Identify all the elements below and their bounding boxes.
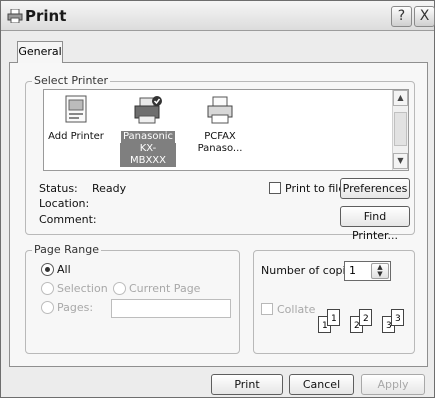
radio-all[interactable]	[41, 263, 54, 276]
printer-label-line1: PCFAX	[204, 131, 236, 142]
printer-label-line1: Panasonic	[120, 131, 176, 143]
printer-item-add-printer[interactable]: Add Printer	[48, 90, 104, 143]
close-button[interactable]: X	[414, 6, 435, 27]
radio-current-page[interactable]	[113, 282, 126, 295]
stepper-arrows-icon[interactable]: ▲ ▼	[371, 263, 389, 279]
location-label: Location:	[39, 197, 90, 210]
copies-stepper[interactable]: 1 ▲ ▼	[344, 261, 391, 281]
comment-label: Comment:	[39, 213, 97, 226]
tab-general[interactable]: General	[17, 41, 63, 63]
scroll-thumb[interactable]	[394, 112, 407, 146]
printer-label-line2: Panaso...	[197, 143, 243, 154]
collate-checkbox[interactable]	[261, 303, 273, 315]
print-dialog: Print ? X General Select Printer Add Pri…	[0, 0, 435, 398]
printer-list[interactable]: Add Printer Panasonic KX-MBXXX PCFAX Pan…	[43, 89, 409, 171]
status-value: Ready	[92, 182, 127, 195]
scroll-down-icon[interactable]: ▼	[393, 153, 408, 169]
radio-selection-label[interactable]: Selection	[57, 282, 108, 295]
collate-label[interactable]: Collate	[277, 303, 315, 316]
preferences-button[interactable]: Preferences	[340, 178, 410, 199]
help-button[interactable]: ?	[391, 6, 412, 27]
print-button[interactable]: Print	[211, 374, 283, 395]
printer-item-panasonic[interactable]: Panasonic KX-MBXXX	[120, 90, 176, 167]
printer-label: Add Printer	[48, 131, 104, 142]
collate-page-icon: 1	[327, 309, 340, 326]
print-to-file-label[interactable]: Print to file	[285, 182, 345, 195]
status-label: Status:	[39, 182, 78, 195]
radio-pages[interactable]	[41, 301, 54, 314]
radio-selection[interactable]	[41, 282, 54, 295]
apply-button[interactable]: Apply	[361, 374, 425, 395]
printer-default-icon	[134, 96, 162, 124]
find-printer-button[interactable]: Find Printer...	[340, 206, 410, 242]
fax-printer-icon	[207, 96, 233, 124]
radio-current-page-label[interactable]: Current Page	[129, 282, 200, 295]
copies-value[interactable]: 1	[349, 264, 356, 277]
collate-illustration: 1 1 2 2 3 3	[318, 306, 413, 340]
printer-item-pcfax[interactable]: PCFAX Panaso...	[190, 90, 250, 155]
radio-pages-label[interactable]: Pages:	[57, 301, 93, 314]
scroll-up-icon[interactable]: ▲	[393, 90, 408, 106]
select-printer-title: Select Printer	[32, 74, 111, 87]
printer-icon	[7, 9, 23, 23]
pages-input[interactable]	[111, 299, 231, 318]
printer-list-scrollbar[interactable]: ▲ ▼	[392, 90, 408, 170]
radio-all-label[interactable]: All	[57, 263, 71, 276]
page-range-title: Page Range	[32, 243, 101, 256]
add-printer-icon	[65, 95, 87, 123]
window-title: Print	[25, 7, 67, 25]
printer-label-line2: KX-MBXXX	[120, 143, 176, 167]
cancel-button[interactable]: Cancel	[289, 374, 354, 395]
title-bar[interactable]: Print ? X	[1, 1, 435, 31]
print-to-file-checkbox[interactable]	[269, 182, 281, 194]
collate-page-icon: 2	[359, 309, 372, 326]
collate-page-icon: 3	[391, 309, 404, 326]
